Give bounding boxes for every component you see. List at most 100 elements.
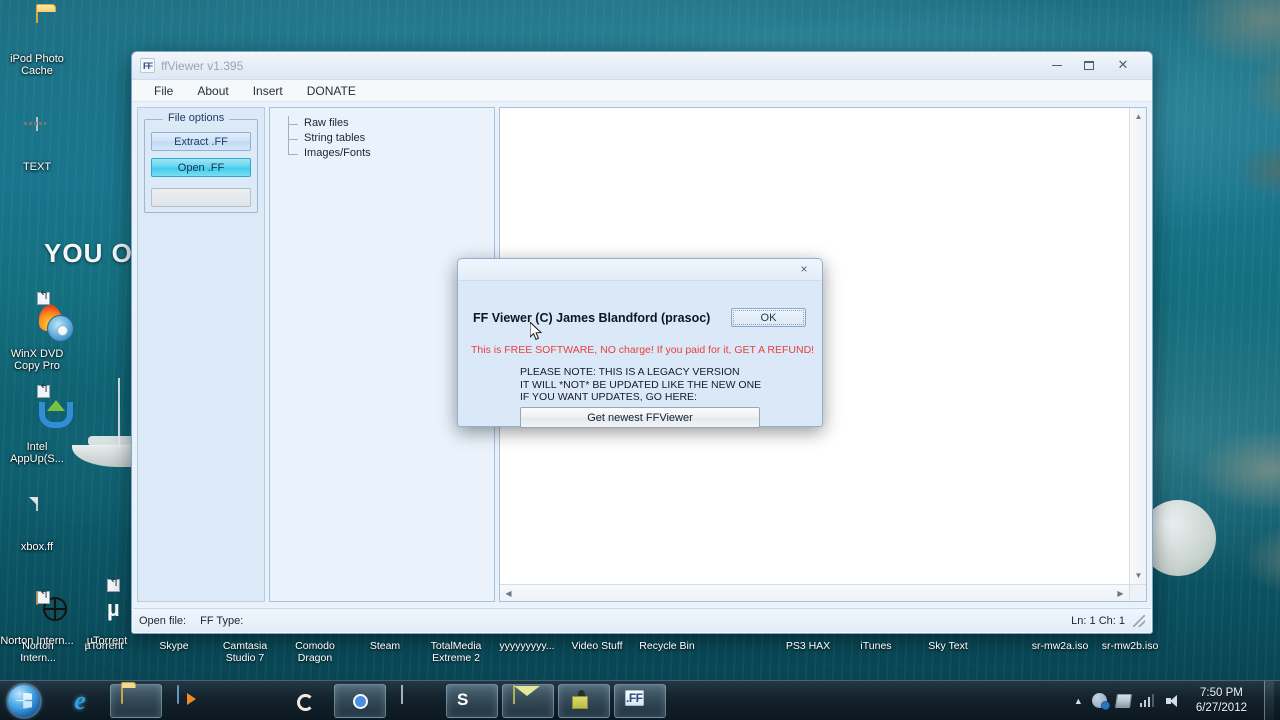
status-ff-type: FF Type: [200,614,244,627]
maximize-icon [1084,60,1094,70]
maximize-button[interactable] [1074,55,1104,75]
window-titlebar[interactable]: FF ffViewer v1.395 ✕ [132,52,1152,80]
action-center-icon[interactable] [1091,693,1110,710]
norton-icon [16,588,67,632]
skype-icon [457,686,487,716]
scroll-up-arrow-icon[interactable]: ▲ [1131,109,1146,124]
desktop-icon-label: iPod Photo Cache [10,53,64,77]
vertical-scrollbar[interactable]: ▲ ▼ [1129,108,1146,584]
desktop-icon-xbox-ff[interactable]: xbox.ff [0,497,74,553]
scroll-left-arrow-icon[interactable]: ◀ [501,586,516,601]
window-caption: Skype [159,640,189,652]
desktop[interactable]: YOU ON iPod Photo Cache TEXT WinX DVD Co… [0,0,1280,720]
tree-item-raw-files[interactable]: Raw files [282,116,494,131]
minimize-icon [1052,64,1062,66]
notepad-plus-plus-icon [401,684,431,716]
open-ff-button[interactable]: Open .FF [151,158,251,177]
taskbar-item-skype[interactable] [446,683,498,718]
extract-ff-button[interactable]: Extract .FF [151,132,251,151]
scrollbar-corner [1129,584,1146,601]
horizontal-scrollbar[interactable]: ◀ ▶ [500,584,1129,601]
taskbar[interactable]: e .FF ▲ 7:50 PM 6/27/2012 [0,680,1280,720]
taskbar-clock[interactable]: 7:50 PM 6/27/2012 [1190,686,1253,716]
legacy-version-note: PLEASE NOTE: THIS IS A LEGACY VERSION IT… [520,366,761,404]
desktop-icon-norton-internet-security[interactable]: Norton Intern... [0,588,74,647]
show-desktop-button[interactable] [1264,680,1274,720]
dialog-close-icon[interactable]: × [794,260,814,278]
scroll-right-arrow-icon[interactable]: ▶ [1113,586,1128,601]
about-dialog[interactable]: × FF Viewer (C) James Blandford (prasoc)… [457,258,823,428]
menu-file[interactable]: File [144,82,183,100]
window-caption: Camtasia Studio 7 [222,640,268,664]
note-line-1: PLEASE NOTE: THIS IS A LEGACY VERSION [520,366,740,378]
envelope-icon [513,684,543,716]
desktop-icon-label: TEXT [22,161,52,173]
scroll-down-arrow-icon[interactable]: ▼ [1131,568,1146,583]
close-button[interactable]: ✕ [1108,55,1138,75]
window-caption: Recycle Bin [639,640,695,652]
desktop-icon-ipod-photo-cache[interactable]: iPod Photo Cache [0,9,74,77]
get-newest-ffviewer-button[interactable]: Get newest FFViewer [520,407,760,428]
start-button[interactable] [4,683,44,719]
internet-explorer-icon: e [74,685,86,715]
third-action-button[interactable] [151,188,251,207]
menu-insert[interactable]: Insert [243,82,293,100]
taskbar-item-comodo-dragon[interactable] [278,684,330,718]
taskbar-item-google-chrome[interactable] [334,683,386,718]
tree-item-images-fonts[interactable]: Images/Fonts [282,146,494,161]
desktop-icon-label: Intel AppUp(S... [10,441,64,465]
blue-orb-icon [233,686,263,716]
taskbar-item-windows-explorer[interactable] [110,683,162,718]
note-line-2: IT WILL *NOT* BE UPDATED LIKE THE NEW ON… [520,378,762,391]
window-caption: Steam [369,640,401,652]
taskbar-item-internet-explorer[interactable]: e [54,684,106,718]
menu-donate[interactable]: DONATE [297,82,366,100]
window-menubar[interactable]: File About Insert DONATE [132,80,1152,102]
taskbar-item-blue-orb-app[interactable] [222,684,274,718]
tree-item-string-tables[interactable]: String tables [282,131,494,146]
dialog-heading: FF Viewer (C) James Blandford (prasoc) [473,311,711,325]
window-caption: PS3 HAX [785,640,831,652]
show-hidden-icons-chevron-icon[interactable]: ▲ [1074,696,1083,706]
free-software-warning: This is FREE SOFTWARE, NO charge! If you… [471,344,815,356]
clock-time: 7:50 PM [1200,686,1243,699]
flag-icon[interactable] [1114,693,1132,708]
blank-file-icon [16,497,58,538]
window-caption: yyyyyyyyy... [499,640,555,652]
file-options-legend: File options [163,112,230,124]
camera-icon [570,690,598,714]
dialog-titlebar[interactable]: × [458,259,822,281]
text-file-icon [16,117,58,158]
window-caption: Video Stuff [571,640,623,652]
window-caption: Comodo Dragon [295,640,335,664]
taskbar-item-camtasia[interactable] [558,683,610,718]
ffviewer-window[interactable]: FF ffViewer v1.395 ✕ File About Insert D… [131,51,1153,634]
taskbar-item-mail[interactable] [502,683,554,718]
clock-date: 6/27/2012 [1195,701,1247,714]
winx-dvd-icon [16,289,74,345]
folder-explorer-icon [121,684,151,716]
ff-app-icon: FF [140,58,155,73]
status-caret-position: Ln: 1 Ch: 1 [1071,614,1125,627]
network-icon[interactable] [1139,694,1156,707]
note-line-3: IF YOU WANT UPDATES, GO HERE: [520,391,697,403]
desktop-icon-text[interactable]: TEXT [0,117,74,173]
desktop-icon-intel-appup[interactable]: Intel AppUp(S... [0,382,74,465]
volume-icon[interactable] [1165,694,1181,708]
taskbar-item-media-player[interactable] [166,684,218,718]
utorrent-icon [86,576,128,632]
menu-about[interactable]: About [187,82,238,100]
taskbar-item-ffviewer[interactable]: .FF [614,683,666,718]
taskbar-items: e .FF [54,683,666,718]
desktop-icon-label: µTorrent [86,635,128,647]
taskbar-item-notepad-plus-plus[interactable] [390,684,442,718]
resize-grip[interactable] [1133,614,1145,627]
system-tray[interactable]: ▲ 7:50 PM 6/27/2012 [1074,680,1280,720]
minimize-button[interactable] [1042,55,1072,75]
ffviewer-icon: .FF [625,689,644,706]
desktop-icon-label: xbox.ff [20,541,54,553]
folder-icon [16,9,58,50]
ok-button[interactable]: OK [731,308,806,327]
desktop-icon-winx-dvd-copy-pro[interactable]: WinX DVD Copy Pro [0,289,74,372]
comodo-dragon-icon [289,686,319,716]
